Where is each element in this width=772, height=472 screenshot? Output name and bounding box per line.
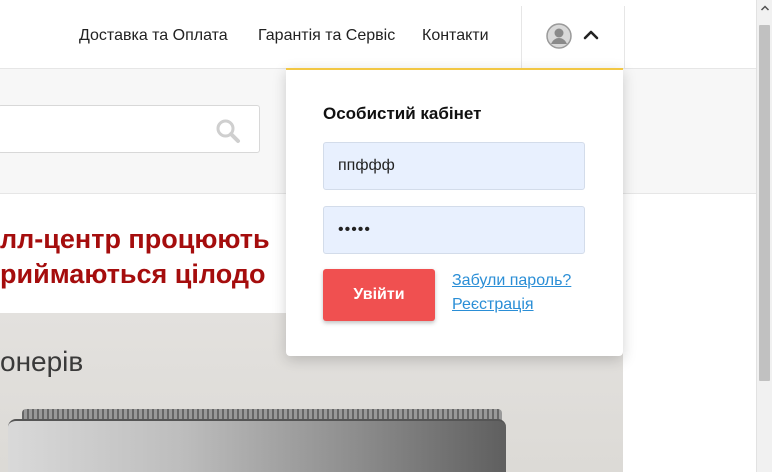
login-button[interactable]: Увійти <box>323 269 435 321</box>
top-bar: Доставка та Оплата Гарантія та Сервіс Ко… <box>0 0 756 69</box>
search-icon[interactable] <box>215 118 241 144</box>
account-dropdown: Особистий кабінет Увійти Забули пароль? … <box>286 68 623 356</box>
nav-link-delivery[interactable]: Доставка та Оплата <box>79 27 228 45</box>
chevron-up-icon[interactable] <box>582 28 600 42</box>
headline-line-1: лл-центр процюють <box>0 224 270 254</box>
account-title: Особистий кабінет <box>323 104 482 123</box>
page-scrollbar[interactable] <box>756 0 772 472</box>
banner-text: онерів <box>0 346 84 377</box>
user-account-toggle[interactable] <box>521 6 625 68</box>
scroll-up-arrow-icon[interactable] <box>760 3 770 13</box>
search-field[interactable] <box>0 105 260 153</box>
nav-link-contacts[interactable]: Контакти <box>422 27 489 45</box>
forgot-password-link[interactable]: Забули пароль? <box>452 272 571 290</box>
avatar-icon[interactable] <box>546 23 572 49</box>
nav-link-warranty[interactable]: Гарантія та Сервіс <box>258 27 395 45</box>
login-field[interactable] <box>323 142 585 190</box>
scrollbar-thumb[interactable] <box>759 25 770 381</box>
headline-line-2: риймаються цілодо <box>0 259 266 289</box>
air-conditioner-image <box>8 419 506 472</box>
register-link[interactable]: Реєстрація <box>452 296 534 314</box>
password-field[interactable] <box>323 206 585 254</box>
top-nav: Доставка та Оплата Гарантія та Сервіс Ко… <box>0 0 756 68</box>
headline: лл-центр процюють риймаються цілодо <box>0 222 300 292</box>
